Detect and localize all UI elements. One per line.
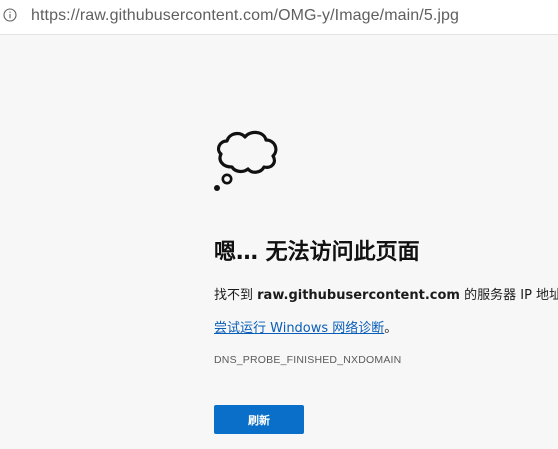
diagnostics-suffix: 。 xyxy=(384,321,398,336)
info-icon[interactable] xyxy=(3,8,17,22)
reload-button[interactable]: 刷新 xyxy=(214,405,304,434)
network-diagnostics-link[interactable]: 尝试运行 Windows 网络诊断 xyxy=(214,321,384,336)
address-bar[interactable]: https://raw.githubusercontent.com/OMG-y/… xyxy=(0,0,558,35)
message-host: raw.githubusercontent.com xyxy=(257,288,460,303)
message-prefix: 找不到 xyxy=(214,288,258,303)
error-message: 找不到 raw.githubusercontent.com 的服务器 IP 地址… xyxy=(214,284,558,303)
message-suffix: 的服务器 IP 地址。 xyxy=(464,288,558,303)
error-code: DNS_PROBE_FINISHED_NXDOMAIN xyxy=(214,354,402,366)
page-title: 嗯… 无法访问此页面 xyxy=(214,240,420,265)
thought-cloud-icon xyxy=(214,130,278,191)
diagnostics-line: 尝试运行 Windows 网络诊断。 xyxy=(214,317,397,336)
url-text[interactable]: https://raw.githubusercontent.com/OMG-y/… xyxy=(31,7,459,25)
